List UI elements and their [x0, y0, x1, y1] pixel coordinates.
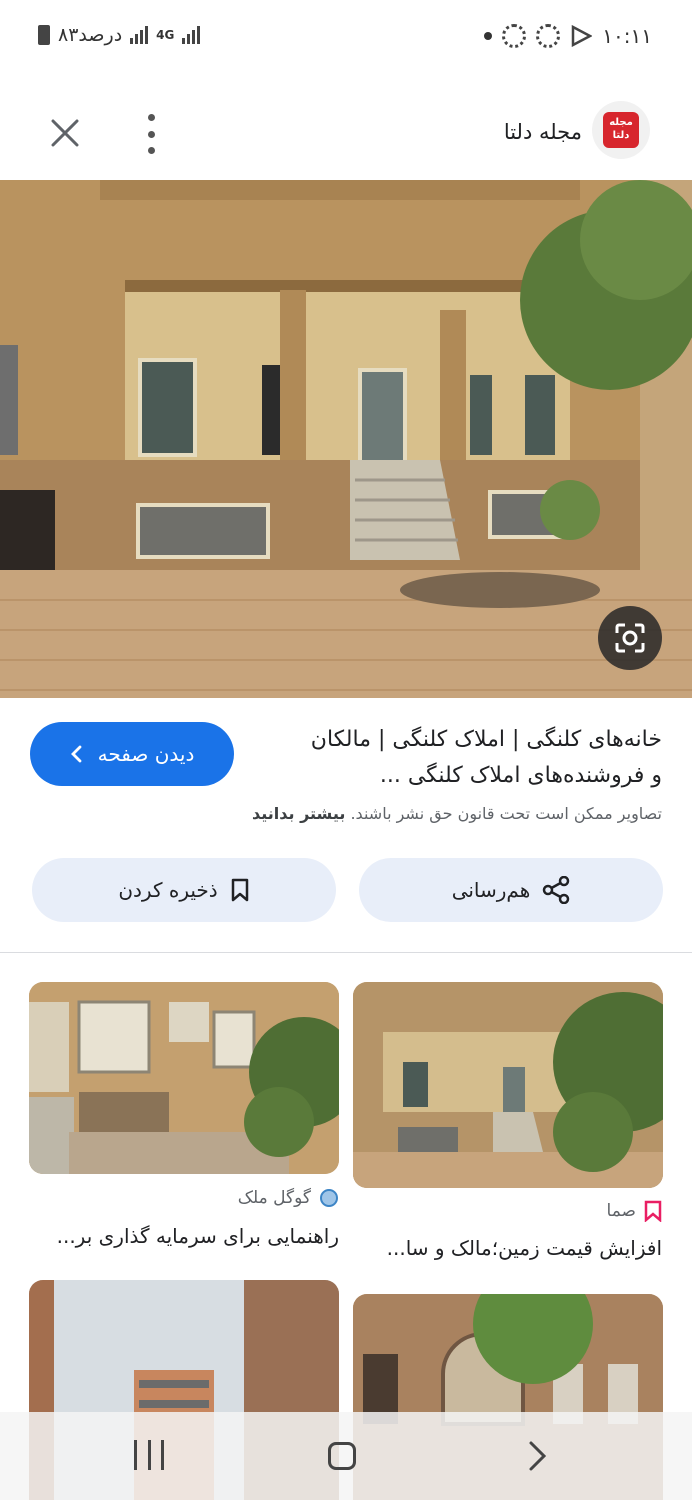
learn-more-link[interactable]: بیشتر بدانید	[252, 804, 345, 823]
related-image-1[interactable]	[353, 982, 663, 1188]
site-name[interactable]: مجله دلتا	[504, 120, 582, 144]
more-options-button[interactable]	[138, 114, 164, 154]
recents-icon	[134, 1440, 137, 1470]
google-lens-button[interactable]	[598, 606, 662, 670]
save-button[interactable]: ذخیره کردن	[32, 858, 336, 922]
copyright-notice: تصاویر ممکن است تحت قانون حق نشر باشند. …	[22, 804, 662, 823]
bookmark-icon	[231, 878, 248, 902]
related-source-2[interactable]: گوگل ملک	[238, 1188, 339, 1208]
related-photo-2	[29, 982, 339, 1174]
house-photo	[0, 180, 692, 698]
related-title-1[interactable]: افزایش قیمت زمین؛مالک و سا...	[387, 1236, 662, 1260]
viewer-header: مجله دلتا مجله دلتا	[0, 84, 692, 180]
more-vert-icon	[147, 114, 155, 121]
signal-icon	[130, 26, 149, 44]
back-button[interactable]	[522, 1440, 552, 1472]
logo-text: مجله دلتا	[609, 117, 633, 141]
close-icon	[51, 119, 79, 147]
status-left: ۸۳درصد 4G	[38, 24, 201, 46]
view-page-button[interactable]: دیدن صفحه	[30, 722, 234, 786]
site-logo-icon: مجله دلتا	[603, 112, 639, 148]
related-source-1[interactable]: صما	[607, 1200, 662, 1222]
chevron-left-icon	[70, 745, 82, 763]
main-image[interactable]	[0, 180, 692, 698]
share-button[interactable]: هم‌رسانی	[359, 858, 663, 922]
related-image-2[interactable]	[29, 982, 339, 1174]
clock: ۱۰:۱۱	[602, 24, 652, 48]
battery-icon	[38, 25, 50, 45]
recent-apps-button[interactable]	[134, 1440, 164, 1472]
play-icon	[572, 25, 593, 47]
copyright-text: تصاویر ممکن است تحت قانون حق نشر باشند.	[350, 804, 662, 823]
close-button[interactable]	[42, 110, 88, 156]
globe-favicon-icon	[320, 1189, 338, 1207]
result-title-line1: خانه‌های کلنگی | املاک کلنگی | مالکان	[310, 727, 662, 752]
notification-dot-icon	[484, 32, 493, 40]
section-divider	[0, 952, 692, 953]
bookmark-favicon-icon	[644, 1200, 662, 1222]
signal-icon-2	[182, 26, 201, 44]
app-notification-icon-2	[536, 24, 561, 48]
status-right: ۱۰:۱۱	[484, 24, 652, 48]
related-source-1-name: صما	[606, 1201, 636, 1221]
system-navigation-bar	[0, 1412, 692, 1500]
lens-icon	[615, 623, 645, 653]
battery-level: ۸۳درصد	[58, 24, 123, 46]
related-title-2[interactable]: راهنمایی برای سرمایه گذاری بر...	[57, 1224, 339, 1248]
home-button[interactable]	[328, 1442, 356, 1470]
back-chevron-icon	[529, 1441, 547, 1471]
share-icon	[543, 876, 570, 904]
status-bar: ۸۳درصد 4G ۱۰:۱۱	[0, 0, 692, 72]
related-source-2-name: گوگل ملک	[237, 1188, 311, 1208]
result-title[interactable]: خانه‌های کلنگی | املاک کلنگی | مالکان و …	[262, 722, 662, 794]
share-label: هم‌رسانی	[451, 878, 531, 902]
result-title-line2: و فروشنده‌های املاک کلنگی ...	[379, 763, 662, 788]
network-type: 4G	[156, 28, 175, 42]
site-logo[interactable]: مجله دلتا	[592, 101, 650, 159]
related-photo-1	[353, 982, 663, 1188]
save-label: ذخیره کردن	[118, 878, 218, 902]
app-notification-icon	[502, 24, 527, 48]
view-page-label: دیدن صفحه	[97, 742, 195, 766]
